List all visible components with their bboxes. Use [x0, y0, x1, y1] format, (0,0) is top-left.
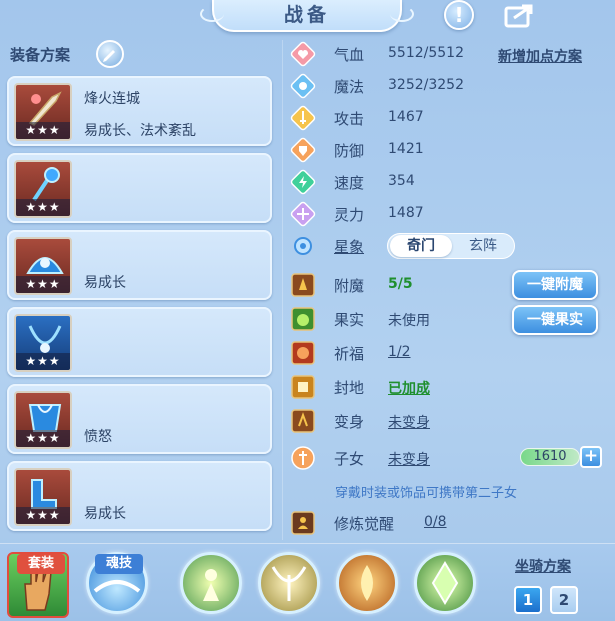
mount-plan-2-button[interactable]: 2	[550, 586, 578, 614]
stat-label: 攻击	[334, 110, 365, 128]
toggle-option-xuanzhen[interactable]: 玄阵	[452, 235, 514, 257]
stat-value: 1487	[388, 205, 424, 221]
plan-card-4[interactable]: ★★★	[7, 307, 272, 377]
plan-description: 易成长	[84, 506, 126, 522]
spirit-icon	[290, 201, 316, 227]
child-value-bar: 1610	[520, 448, 580, 466]
add-child-button[interactable]: +	[580, 446, 602, 468]
stat-value: 354	[388, 173, 415, 189]
child-icon	[291, 446, 315, 470]
toggle-option-qimen[interactable]: 奇门	[390, 235, 452, 257]
blessing-icon	[291, 341, 315, 365]
stat-value: 5/5	[388, 276, 413, 292]
plan-card-5[interactable]: ★★★ 愤怒	[7, 384, 272, 454]
heart-icon	[290, 41, 316, 67]
stat-label: 速度	[334, 174, 365, 192]
star-rating: ★★★	[16, 507, 70, 524]
fruit-icon	[291, 307, 315, 331]
sword-icon	[290, 105, 316, 131]
stat-label: 防御	[334, 142, 365, 160]
stat-label: 子女	[334, 450, 365, 468]
cultivation-icon	[291, 511, 315, 535]
plan-card-2[interactable]: ★★★	[7, 153, 272, 223]
plan-description: 愤怒	[84, 429, 112, 445]
equipment-plan-header: 装备方案	[10, 46, 71, 64]
stat-value[interactable]: 未变身	[388, 412, 430, 432]
skill-slot-2[interactable]	[258, 552, 320, 614]
title-text: 战备	[283, 4, 330, 26]
star-rating: ★★★	[16, 199, 70, 216]
plan-thumbnail: ★★★	[14, 160, 72, 218]
stat-label: 修炼觉醒	[334, 515, 395, 533]
mount-plan-1-button[interactable]: 1	[514, 586, 542, 614]
xingxiang-toggle[interactable]: 奇门 玄阵	[387, 233, 515, 259]
plan-name: 烽火连城	[84, 91, 140, 107]
alert-icon[interactable]: !	[444, 0, 474, 30]
plan-thumbnail: ★★★	[14, 391, 72, 449]
add-point-plan-link[interactable]: 新增加点方案	[498, 46, 582, 66]
stat-value[interactable]: 未变身	[388, 449, 430, 469]
plan-card-1[interactable]: ★★★ 烽火连城 易成长、法术紊乱	[7, 76, 272, 146]
shield-icon	[290, 137, 316, 163]
plan-thumbnail: ★★★	[14, 314, 72, 372]
stat-label: 附魔	[334, 277, 365, 295]
page-title: 战备	[200, 0, 414, 32]
fief-icon	[291, 375, 315, 399]
transform-icon	[291, 409, 315, 433]
one-click-fruit-button[interactable]: 一键果实	[512, 305, 598, 335]
plan-card-6[interactable]: ★★★ 易成长	[7, 461, 272, 531]
crystal-icon	[431, 561, 459, 605]
stat-value: 未使用	[388, 313, 430, 329]
plan-thumbnail: ★★★	[14, 237, 72, 295]
plan-thumbnail: ★★★	[14, 83, 72, 141]
plan-card-3[interactable]: ★★★ 易成长	[7, 230, 272, 300]
plan-thumbnail: ★★★	[14, 468, 72, 526]
stat-label: 灵力	[334, 206, 365, 224]
second-child-hint: 穿戴时装或饰品可携带第二子女	[335, 486, 518, 501]
star-rating: ★★★	[16, 430, 70, 447]
mana-icon	[290, 73, 316, 99]
title-ornament-left	[200, 6, 224, 22]
lightning-icon	[290, 169, 316, 195]
stat-value[interactable]: 0/8	[424, 514, 447, 530]
stat-label: 气血	[334, 46, 365, 64]
plan-description: 易成长	[84, 275, 126, 291]
enchant-icon	[291, 273, 315, 297]
skill-slot-3[interactable]	[336, 552, 398, 614]
star-rating: ★★★	[16, 353, 70, 370]
mount-plan-label: 坐骑方案	[515, 559, 571, 575]
one-click-enchant-button[interactable]: 一键附魔	[512, 270, 598, 300]
skill-slot-1[interactable]	[180, 552, 242, 614]
stat-value[interactable]: 已加成	[388, 378, 430, 398]
column-divider	[282, 40, 283, 540]
curtain-icon	[271, 566, 307, 601]
plan-description: 易成长、法术紊乱	[84, 123, 196, 139]
soul-skill-tag: 魂技	[95, 554, 143, 574]
stat-value: 1467	[388, 109, 424, 125]
stat-label: 魔法	[334, 78, 365, 96]
stat-label: 果实	[334, 311, 365, 329]
figure-icon	[203, 569, 219, 601]
star-rating: ★★★	[16, 276, 70, 293]
stat-label: 祈福	[334, 345, 365, 363]
title-ornament-right	[390, 6, 414, 22]
star-rating: ★★★	[16, 122, 70, 139]
stat-value: 5512/5512	[388, 45, 464, 61]
stat-value: 3252/3252	[388, 77, 464, 93]
star-sign-icon	[294, 237, 312, 255]
flame-icon	[361, 565, 373, 601]
pencil-icon	[103, 50, 115, 62]
skill-slot-4[interactable]	[414, 552, 476, 614]
set-tag: 套装	[17, 554, 65, 574]
stat-label: 封地	[334, 379, 365, 397]
stat-value: 1421	[388, 141, 424, 157]
edit-plan-icon[interactable]	[96, 40, 124, 68]
xingxiang-label[interactable]: 星象	[334, 236, 364, 257]
stat-label: 变身	[334, 413, 365, 431]
stat-value[interactable]: 1/2	[388, 344, 411, 360]
share-icon[interactable]	[500, 2, 540, 30]
